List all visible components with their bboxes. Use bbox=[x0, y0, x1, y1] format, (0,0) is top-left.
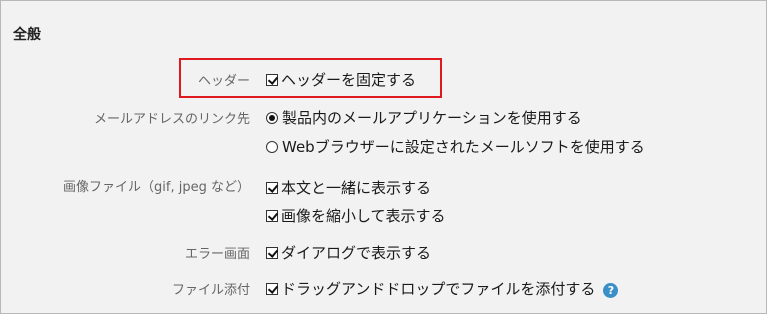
highlight-frame bbox=[179, 58, 442, 98]
mail-link-option-browser-label: Webブラウザーに設定されたメールソフトを使用する bbox=[282, 138, 645, 156]
general-settings-panel: 全般 ヘッダー ヘッダーを固定する メールアドレスのリンク先 製品内のメールアプ… bbox=[0, 0, 767, 314]
show-inline-checkbox[interactable]: 本文と一緒に表示する bbox=[266, 177, 431, 198]
checkbox-checked-icon bbox=[266, 283, 278, 295]
show-dialog-checkbox[interactable]: ダイアログで表示する bbox=[266, 242, 431, 263]
radio-unselected-icon bbox=[266, 140, 278, 153]
show-inline-label: 本文と一緒に表示する bbox=[281, 179, 432, 197]
drag-drop-attach-label: ドラッグアンドドロップでファイルを添付する bbox=[281, 280, 596, 298]
mail-link-option-browser[interactable]: Webブラウザーに設定されたメールソフトを使用する bbox=[266, 136, 645, 157]
help-icon[interactable]: ? bbox=[603, 282, 619, 298]
checkbox-checked-icon bbox=[266, 210, 278, 222]
section-title: 全般 bbox=[13, 27, 41, 43]
shrink-image-checkbox[interactable]: 画像を縮小して表示する bbox=[266, 205, 446, 226]
drag-drop-attach-checkbox[interactable]: ドラッグアンドドロップでファイルを添付する ? bbox=[266, 278, 619, 299]
image-file-setting-label: 画像ファイル（gif, jpeg など） bbox=[63, 180, 250, 195]
mail-link-option-in-product-label: 製品内のメールアプリケーションを使用する bbox=[282, 109, 582, 127]
mail-link-option-in-product[interactable]: 製品内のメールアプリケーションを使用する bbox=[266, 107, 582, 128]
file-attach-setting-label: ファイル添付 bbox=[171, 283, 250, 298]
show-dialog-label: ダイアログで表示する bbox=[281, 244, 432, 262]
error-screen-setting-label: エラー画面 bbox=[184, 247, 250, 262]
shrink-image-label: 画像を縮小して表示する bbox=[281, 207, 446, 225]
checkbox-checked-icon bbox=[266, 182, 278, 194]
mail-link-setting-label: メールアドレスのリンク先 bbox=[93, 112, 250, 127]
checkbox-checked-icon bbox=[266, 247, 278, 259]
radio-selected-icon bbox=[266, 111, 278, 124]
